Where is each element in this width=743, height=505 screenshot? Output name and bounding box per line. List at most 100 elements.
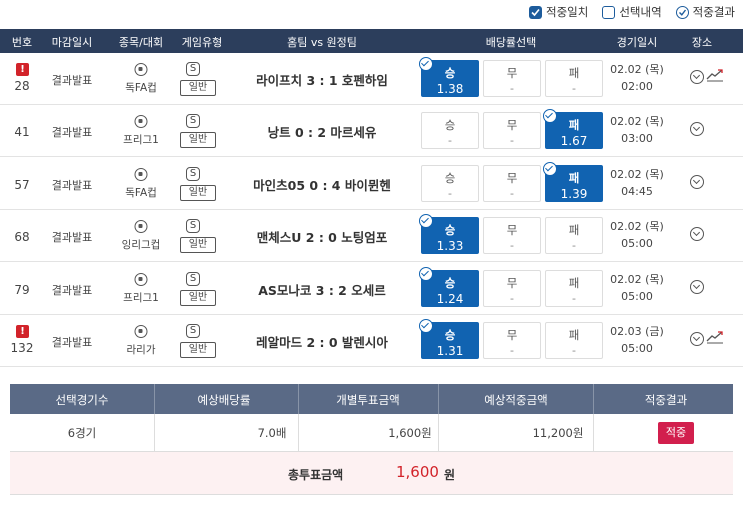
alert-icon: ! (16, 63, 29, 76)
odds-lose-button[interactable]: 패 1.39 (543, 161, 603, 202)
game-type-badge: 일반 (180, 342, 216, 358)
legend-selected[interactable]: 선택내역 (602, 4, 662, 20)
game-symbol: S (186, 324, 200, 338)
odds-win-button[interactable]: 승 1.33 (419, 214, 479, 255)
soccer-ball-icon (134, 325, 148, 338)
odds-lose-button[interactable]: 패 1.67 (543, 109, 603, 150)
close-status: 결과발표 (51, 231, 93, 245)
legend-hit[interactable]: 적중일치 (529, 4, 588, 20)
legend-result[interactable]: 적중결과 (675, 4, 735, 20)
col-match-date: 경기일시 (616, 36, 658, 49)
venue-dropdown-icon[interactable] (690, 70, 704, 84)
odds-label: 승 (444, 118, 456, 133)
odds-win-button[interactable]: 승- (421, 112, 479, 150)
odds-draw-button[interactable]: 무- (483, 164, 541, 202)
match-time: 04:45 (621, 184, 653, 198)
match-time: 05:00 (621, 289, 653, 303)
odds-win-button[interactable]: 승- (421, 164, 479, 202)
odds-label: 패 (568, 223, 580, 238)
odds-value: - (510, 291, 514, 305)
summary-games: 6경기 (67, 426, 97, 440)
match-teams-score[interactable]: 레알마드 2 : 0 발렌시아 (256, 332, 388, 351)
odds-value: 1.24 (436, 291, 464, 306)
odds-lose-button[interactable]: 패- (545, 60, 603, 97)
check-circle-icon (675, 5, 689, 19)
soccer-ball-icon (134, 63, 148, 76)
match-teams-score[interactable]: AS모나코 3 : 2 오세르 (258, 280, 385, 299)
hit-badge: 적중 (658, 422, 694, 444)
summary-bet: 1,600원 (388, 426, 432, 440)
odds-label: 무 (506, 275, 518, 290)
close-status: 결과발표 (51, 126, 93, 140)
match-datetime: 02.02 (목) 05:00 (610, 271, 664, 303)
odds-lose-button[interactable]: 패- (545, 217, 603, 255)
odds-draw-button[interactable]: 무- (483, 322, 541, 359)
odds-label: 패 (568, 328, 580, 342)
odds-draw-button[interactable]: 무- (483, 269, 541, 307)
league-name: 독FA컵 (125, 82, 157, 94)
venue-dropdown-icon[interactable] (690, 227, 704, 242)
venue-dropdown-icon[interactable] (690, 122, 704, 137)
game-type-badge: 일반 (180, 289, 216, 306)
odds-value: - (572, 291, 576, 305)
league-name: 라리가 (126, 344, 156, 356)
summary-col-odds: 예상배당률 (197, 393, 251, 407)
col-number: 번호 (11, 36, 33, 49)
match-date: 02.03 (금) (610, 325, 664, 338)
venue-dropdown-icon[interactable] (690, 279, 704, 294)
close-status: 결과발표 (51, 283, 93, 297)
odds-draw-button[interactable]: 무- (483, 60, 541, 97)
alert-icon: ! (16, 325, 29, 338)
total-bet-row: 총투표금액 1,600 원 (10, 452, 733, 495)
close-status: 결과발표 (51, 74, 93, 87)
table-row: 79 결과발표 프리그1 S 일반 AS모나코 3 : 2 오세르 승 1.24 무 - 패 -02.… (0, 263, 743, 315)
soccer-ball-icon (134, 115, 148, 129)
venue-dropdown-icon[interactable] (690, 174, 704, 189)
match-teams-score[interactable]: 맨체스U 2 : 0 노팅엄포 (257, 227, 387, 246)
game-type-badge: 일반 (180, 80, 216, 96)
odds-value: 1.31 (436, 344, 464, 358)
odds-lose-button[interactable]: 패- (545, 322, 603, 359)
match-date: 02.02 (목) (610, 220, 664, 234)
match-teams-score[interactable]: 마인츠05 0 : 4 바이뮌헨 (253, 175, 391, 194)
summary-col-expected: 예상적중금액 (484, 393, 548, 407)
odds-win-button[interactable]: 승 1.38 (419, 57, 479, 97)
odds-label: 무 (506, 328, 518, 342)
odds-lose-button[interactable]: 패- (545, 269, 603, 307)
match-date: 02.02 (목) (610, 115, 664, 129)
odds-value: - (572, 344, 576, 357)
odds-win-button[interactable]: 승 1.31 (419, 319, 479, 359)
trend-chart-icon[interactable] (706, 330, 724, 344)
odds-draw-button[interactable]: 무- (483, 217, 541, 255)
odds-value: - (510, 344, 514, 357)
check-circle-icon (419, 57, 433, 71)
checkbox-empty-icon (602, 5, 616, 19)
venue-dropdown-icon[interactable] (690, 332, 704, 346)
match-datetime: 02.02 (목) 04:45 (610, 166, 664, 198)
match-teams-score[interactable]: 낭트 0 : 2 마르세유 (268, 122, 377, 141)
match-number: 68 (14, 230, 30, 245)
match-datetime: 02.02 (목) 03:00 (610, 113, 664, 145)
soccer-ball-icon (134, 272, 148, 286)
match-date: 02.02 (목) (610, 63, 664, 76)
check-circle-icon (419, 266, 433, 281)
total-amount: 1,600 (396, 463, 439, 481)
game-symbol: S (186, 166, 200, 181)
summary-header: 선택경기수 예상배당률 개별투표금액 예상적중금액 적중결과 (10, 384, 733, 414)
match-teams-score[interactable]: 라이프치 3 : 1 호펜하임 (256, 70, 388, 89)
game-symbol: S (186, 219, 200, 234)
trend-chart-icon[interactable] (706, 68, 724, 82)
col-venue: 장소 (691, 36, 713, 49)
soccer-ball-icon (134, 220, 148, 234)
match-time: 03:00 (621, 132, 653, 146)
odds-label: 패 (568, 66, 580, 80)
odds-draw-button[interactable]: 무- (483, 112, 541, 150)
odds-win-button[interactable]: 승 1.24 (419, 266, 479, 307)
game-type-badge: 일반 (180, 132, 216, 149)
total-label: 총투표금액 (288, 468, 344, 482)
odds-value: - (448, 134, 452, 148)
match-number: 41 (14, 125, 30, 140)
odds-value: - (510, 82, 514, 95)
table-row: 57 결과발표 독FA컵 S 일반 마인츠05 0 : 4 바이뮌헨 승 - 무 - 패 1.39 02… (0, 158, 743, 210)
summary-expected: 11,200원 (532, 426, 584, 440)
